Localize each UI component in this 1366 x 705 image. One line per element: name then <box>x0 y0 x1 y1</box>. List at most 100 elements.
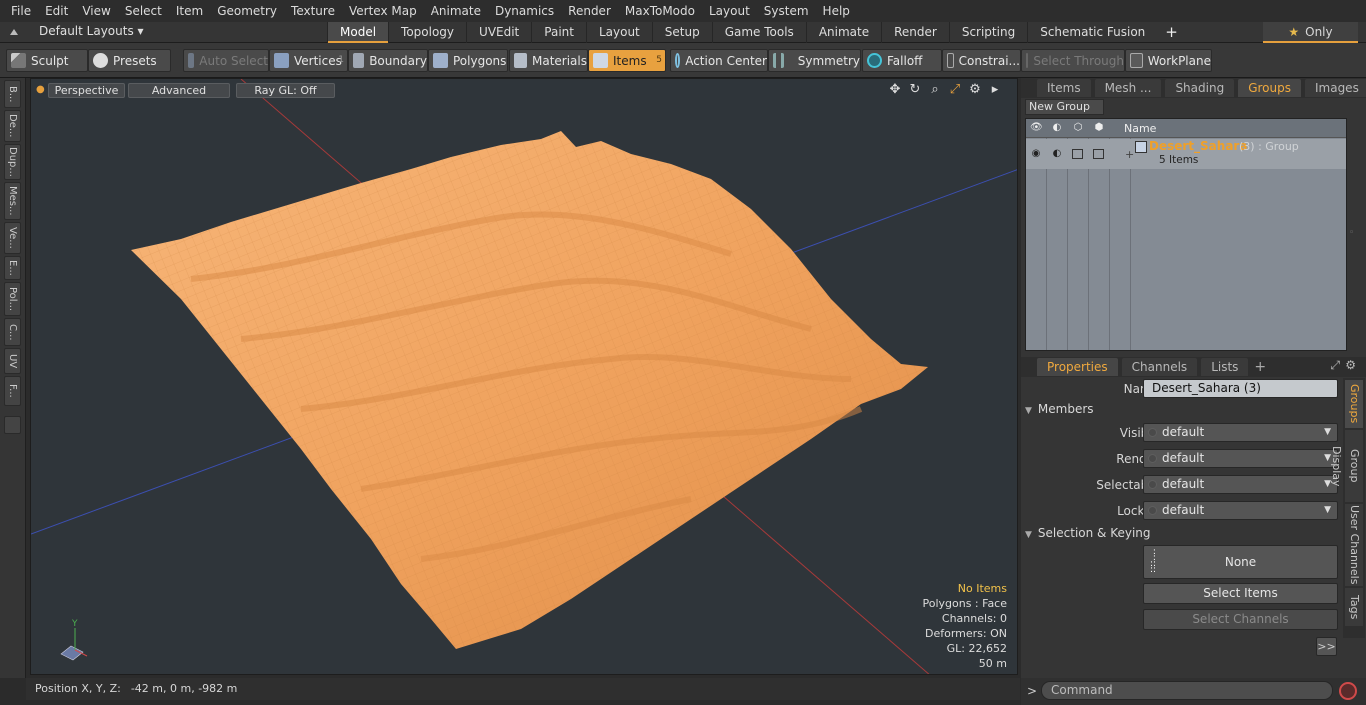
left-tab-fusion[interactable]: F... <box>4 376 21 406</box>
visible-dropdown[interactable]: default ▼ <box>1143 423 1338 442</box>
tab-animate[interactable]: Animate <box>805 22 881 43</box>
tab-images[interactable]: Images <box>1304 79 1366 97</box>
expand-panel-icon[interactable]: ⤢ <box>1330 358 1340 373</box>
render-key-dot[interactable] <box>1148 454 1157 463</box>
tab-lists[interactable]: Lists <box>1201 358 1249 376</box>
menu-dynamics[interactable]: Dynamics <box>488 4 561 18</box>
action-center-button[interactable]: Action Center <box>670 49 768 72</box>
menu-item[interactable]: Item <box>169 4 210 18</box>
tab-shading[interactable]: Shading <box>1165 79 1235 97</box>
selectable-key-dot[interactable] <box>1148 480 1157 489</box>
menu-file[interactable]: File <box>4 4 38 18</box>
left-tab-polygon[interactable]: Pol... <box>4 282 21 316</box>
viewport-options-dot[interactable]: ● <box>36 84 45 95</box>
tab-uvedit[interactable]: UVEdit <box>466 22 531 43</box>
tab-channels[interactable]: Channels <box>1121 358 1198 376</box>
tab-mesh[interactable]: Mesh ... <box>1094 79 1162 97</box>
zoom-icon[interactable]: ⌕ <box>927 82 943 98</box>
row-render-icon[interactable]: ◐ <box>1051 149 1063 159</box>
pan-icon[interactable]: ✥ <box>887 82 903 98</box>
3d-viewport[interactable]: Y ● Perspective Advanced Ray GL: Off ✥ ↻… <box>30 78 1018 675</box>
side-tab-groups[interactable]: Groups <box>1345 380 1363 428</box>
tab-model[interactable]: Model <box>327 22 389 43</box>
menu-system[interactable]: System <box>757 4 816 18</box>
only-tab[interactable]: ★ Only <box>1263 22 1358 43</box>
menu-geometry[interactable]: Geometry <box>210 4 284 18</box>
select-header-icon[interactable]: ⬡ <box>1072 123 1084 133</box>
tab-topology[interactable]: Topology <box>388 22 466 43</box>
tab-items[interactable]: Items <box>1037 79 1091 97</box>
left-tab-basic[interactable]: B... <box>4 80 21 108</box>
row-lock-checkbox[interactable] <box>1093 149 1104 159</box>
vertices-button[interactable]: Vertices 1 <box>269 49 348 72</box>
tab-setup[interactable]: Setup <box>651 22 712 43</box>
items-button[interactable]: Items 5 <box>588 49 666 72</box>
tab-layout[interactable]: Layout <box>585 22 652 43</box>
symmetry-button[interactable]: Symmetry <box>768 49 861 72</box>
raygl-button[interactable]: Ray GL: Off <box>236 83 335 98</box>
rotate-icon[interactable]: ↻ <box>907 82 923 98</box>
render-header-icon[interactable]: ◐ <box>1051 123 1063 133</box>
menu-vertex-map[interactable]: Vertex Map <box>342 4 424 18</box>
command-input[interactable]: Command <box>1041 681 1333 700</box>
menu-animate[interactable]: Animate <box>424 4 488 18</box>
new-group-button[interactable]: New Group <box>1025 99 1104 115</box>
selectable-dropdown[interactable]: default▼ <box>1143 475 1338 494</box>
locked-key-dot[interactable] <box>1148 506 1157 515</box>
left-tab-uv[interactable]: UV <box>4 348 21 374</box>
sculpt-button[interactable]: Sculpt <box>6 49 88 72</box>
panel-settings-icon[interactable]: ⚙ <box>1345 358 1356 372</box>
row-visibility-icon[interactable]: ◉ <box>1030 149 1042 159</box>
left-strip-expand-button[interactable] <box>4 416 21 434</box>
workplane-button[interactable]: WorkPlane <box>1125 49 1212 72</box>
menu-texture[interactable]: Texture <box>284 4 342 18</box>
left-tab-curve[interactable]: C... <box>4 318 21 346</box>
layout-pin-icon[interactable] <box>8 26 20 38</box>
lock-header-icon[interactable]: ⬢ <box>1093 123 1105 133</box>
locked-dropdown[interactable]: default ▼ <box>1143 501 1338 520</box>
left-tab-duplicate[interactable]: Dup... <box>4 144 21 180</box>
more-button[interactable]: >> <box>1316 637 1337 656</box>
group-name-field[interactable]: Desert_Sahara (3) <box>1143 379 1338 398</box>
select-items-button[interactable]: Select Items <box>1143 583 1338 604</box>
record-macro-icon[interactable] <box>1339 682 1357 700</box>
viewport-menu-arrow-icon[interactable]: ▸ <box>987 82 1003 98</box>
none-button[interactable]: : ::::: None <box>1143 545 1338 579</box>
visible-key-dot[interactable] <box>1148 428 1157 437</box>
selection-keying-section[interactable]: ▼ Selection & Keying <box>1025 526 1341 544</box>
eye-icon[interactable]: 👁 <box>1030 123 1043 133</box>
falloff-button[interactable]: Falloff <box>862 49 942 72</box>
menu-help[interactable]: Help <box>816 4 857 18</box>
members-section[interactable]: ▼ Members <box>1025 402 1341 420</box>
tab-groups[interactable]: Groups <box>1238 79 1301 97</box>
constraints-button[interactable]: Constrai... <box>942 49 1021 72</box>
presets-button[interactable]: Presets <box>88 49 171 72</box>
row-select-checkbox[interactable] <box>1072 149 1083 159</box>
viewport-settings-icon[interactable]: ⚙ <box>967 82 983 98</box>
group-row[interactable]: ◉ ◐ + Desert_Sahara (3) : Group 5 Items <box>1026 139 1346 169</box>
tab-properties[interactable]: Properties <box>1037 358 1118 376</box>
tab-scripting[interactable]: Scripting <box>948 22 1027 43</box>
tab-game-tools[interactable]: Game Tools <box>711 22 806 43</box>
menu-render[interactable]: Render <box>561 4 618 18</box>
view-type-button[interactable]: Perspective <box>48 83 125 98</box>
materials-button[interactable]: Materials <box>509 49 588 72</box>
left-tab-mesh[interactable]: Mes... <box>4 182 21 220</box>
menu-maxtomodo[interactable]: MaxToModo <box>618 4 702 18</box>
tab-schematic-fusion[interactable]: Schematic Fusion <box>1027 22 1157 43</box>
left-tab-vertex[interactable]: Ve... <box>4 222 21 254</box>
select-channels-button[interactable]: Select Channels <box>1143 609 1338 630</box>
menu-view[interactable]: View <box>75 4 117 18</box>
tab-paint[interactable]: Paint <box>531 22 586 43</box>
tab-render[interactable]: Render <box>881 22 949 43</box>
select-through-button[interactable]: Select Through <box>1021 49 1125 72</box>
row-expand-icon[interactable]: + <box>1125 148 1134 161</box>
list-scroll-handle[interactable]: ◦ <box>1349 228 1359 240</box>
menu-edit[interactable]: Edit <box>38 4 75 18</box>
polygons-button[interactable]: Polygons <box>428 49 508 72</box>
add-props-tab-button[interactable]: + <box>1254 359 1266 375</box>
side-tab-group-display[interactable]: Group Display <box>1330 430 1363 502</box>
shading-mode-button[interactable]: Advanced <box>128 83 230 98</box>
left-tab-edge[interactable]: E... <box>4 256 21 280</box>
side-tab-user-channels[interactable]: User Channels <box>1345 504 1363 586</box>
